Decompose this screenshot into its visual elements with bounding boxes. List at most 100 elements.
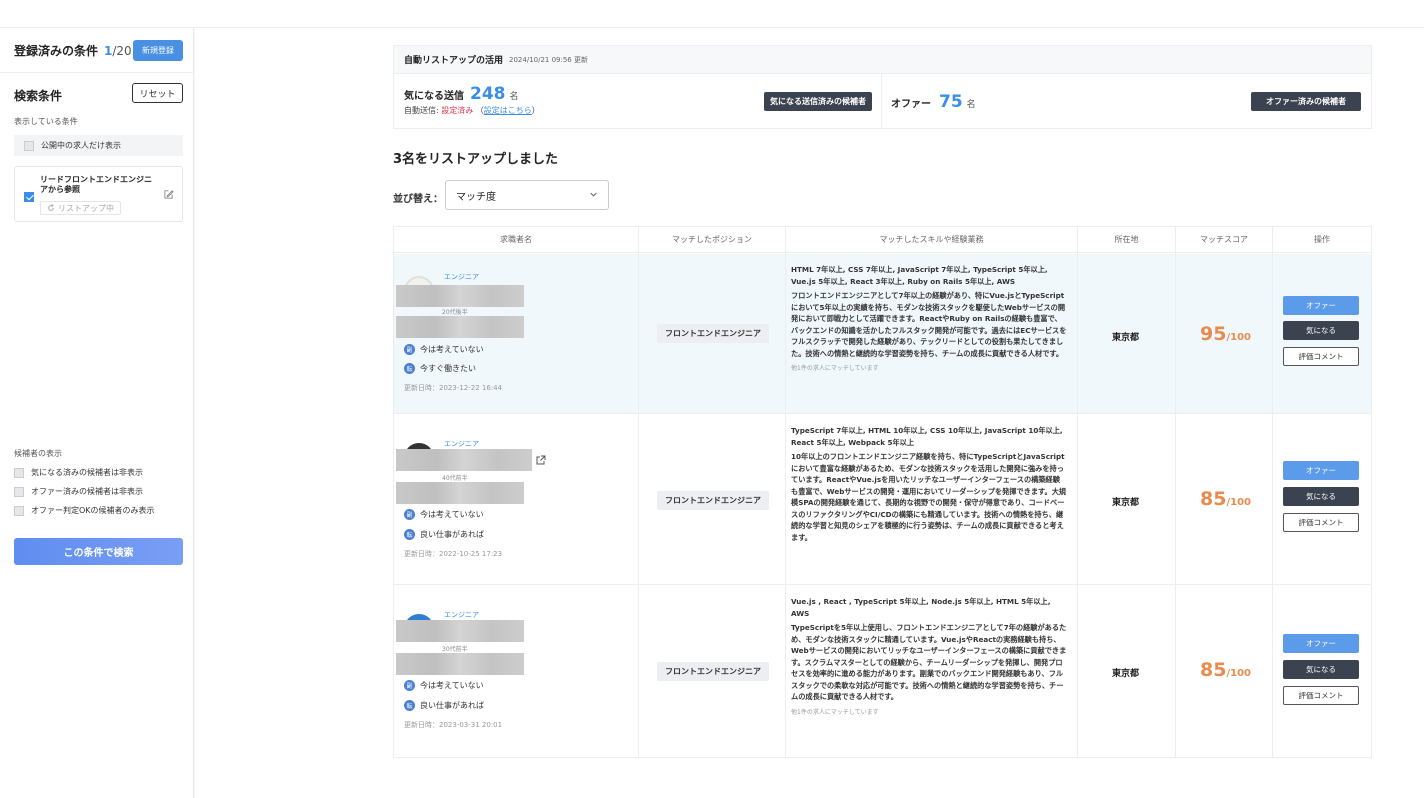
external-link-icon[interactable] [536, 455, 546, 465]
interest-button[interactable]: 気になる [1283, 660, 1359, 679]
matched-skills: Vue.js , React , TypeScript 5年以上, Node.j… [791, 597, 1067, 716]
registered-conditions: 登録済みの条件 1/20 [14, 42, 132, 59]
location: 東京都 [1112, 669, 1140, 679]
matched-position: フロントエンドエンジニア [657, 662, 769, 681]
side-job-status: 副今は考えていない [404, 509, 484, 520]
offered-candidates-button[interactable]: オファー済みの候補者 [1251, 92, 1361, 111]
offer-unit: 名 [966, 100, 976, 110]
header-candidate: 求職者名 [394, 227, 638, 253]
table-row: エンジニア 30代前半 副今は考えていない 転良い仕事があれば 更新日時：202… [394, 586, 1371, 758]
interest-button[interactable]: 気になる [1283, 321, 1359, 340]
job-change-badge: 転 [404, 700, 415, 711]
header-position: マッチしたポジション [639, 227, 785, 253]
offer-button[interactable]: オファー [1283, 296, 1359, 315]
comment-button[interactable]: 評価コメント [1283, 513, 1359, 532]
offer-summary: オファー 75 名 [891, 92, 976, 112]
hide-interested-option[interactable]: 気になる済みの候補者は非表示 [14, 467, 143, 478]
updated-time: 更新日時：2023-12-22 16:44 [404, 384, 503, 392]
age-range: 30代前半 [442, 646, 468, 653]
public-only-toggle[interactable]: 公開中の求人だけ表示 [14, 135, 183, 156]
auto-send-info: 自動送信: 設定済み （設定はこちら） [404, 106, 540, 115]
registered-count: 1/20 [104, 43, 132, 58]
match-score: 85/100 [1200, 488, 1251, 510]
hide-offered-checkbox[interactable] [14, 486, 24, 497]
sidebar: 登録済みの条件 1/20 新規登録 検索条件 リセット 表示している条件 公開中… [0, 28, 194, 798]
divider [1077, 227, 1078, 758]
matched-skills: HTML 7年以上, CSS 7年以上, JavaScript 7年以上, Ty… [791, 265, 1067, 372]
match-score: 85/100 [1200, 659, 1251, 681]
listing-status-tag: リストアップ中 [40, 201, 121, 215]
side-job-badge: 副 [404, 344, 415, 355]
table-row: エンジニア 40代前半 副今は考えていない 転良い仕事があれば 更新日時：202… [394, 415, 1371, 585]
offer-button[interactable]: オファー [1283, 461, 1359, 480]
blurred-info [396, 316, 524, 338]
edit-icon[interactable] [163, 189, 174, 200]
list-title: 3名をリストアップしました [393, 152, 559, 167]
header-actions: 操作 [1273, 227, 1371, 253]
side-job-status: 副今は考えていない [404, 344, 484, 355]
search-button[interactable]: この条件で検索 [14, 538, 183, 565]
divider [1272, 227, 1273, 758]
top-bar [0, 0, 1424, 28]
offer-count: 75 [939, 92, 963, 112]
offer-ok-only-checkbox[interactable] [14, 505, 24, 516]
side-job-status: 副今は考えていない [404, 680, 484, 691]
divider [881, 74, 882, 129]
divider [638, 227, 639, 758]
divider [785, 227, 786, 758]
blurred-name [396, 620, 524, 642]
job-change-status: 転良い仕事があれば [404, 529, 484, 540]
auto-listup-updated: 2024/10/21 09:56 更新 [509, 55, 588, 64]
matched-position: フロントエンドエンジニア [657, 491, 769, 510]
updated-time: 更新日時：2022-10-25 17:23 [404, 550, 503, 558]
reset-button[interactable]: リセット [132, 83, 183, 103]
interest-button[interactable]: 気になる [1283, 487, 1359, 506]
interest-unit: 名 [509, 92, 519, 102]
refresh-icon [48, 204, 54, 211]
settings-link[interactable]: 設定はこちら [484, 106, 532, 115]
blurred-name [396, 449, 532, 471]
new-register-button[interactable]: 新規登録 [133, 40, 183, 61]
side-job-badge: 副 [404, 680, 415, 691]
sort-select[interactable]: マッチ度 [445, 180, 609, 210]
side-job-badge: 副 [404, 509, 415, 520]
matched-position: フロントエンドエンジニア [657, 324, 769, 343]
showing-conditions-label: 表示している条件 [14, 117, 78, 126]
public-only-label: 公開中の求人だけ表示 [41, 141, 121, 150]
candidate-table: 求職者名 マッチしたポジション マッチしたスキルや経験業務 所在地 マッチスコア… [393, 226, 1372, 758]
header-skills: マッチしたスキルや経験業務 [786, 227, 1077, 253]
job-change-status: 転良い仕事があれば [404, 700, 484, 711]
public-only-checkbox[interactable] [24, 140, 34, 151]
hide-offered-option[interactable]: オファー済みの候補者は非表示 [14, 486, 143, 497]
job-title: エンジニア [444, 611, 479, 619]
location: 東京都 [1112, 498, 1140, 508]
job-title: エンジニア [444, 440, 479, 448]
auto-listup-panel: 自動リストアップの活用 2024/10/21 09:56 更新 気になる送信 2… [393, 45, 1372, 129]
hide-interested-checkbox[interactable] [14, 467, 24, 478]
reference-condition-card[interactable]: リードフロントエンドエンジニアから参照 リストアップ中 [14, 166, 183, 222]
main-content: 自動リストアップの活用 2024/10/21 09:56 更新 気になる送信 2… [195, 28, 1424, 798]
reference-name: リードフロントエンドエンジニアから参照 [40, 175, 152, 194]
interest-count: 248 [470, 84, 506, 104]
interest-sent-candidates-button[interactable]: 気になる送信済みの候補者 [764, 92, 872, 111]
offer-button[interactable]: オファー [1283, 634, 1359, 653]
display-title: 候補者の表示 [14, 449, 62, 458]
match-score: 95/100 [1200, 323, 1251, 345]
interest-label: 気になる送信 [404, 91, 464, 102]
job-change-badge: 転 [404, 529, 415, 540]
location: 東京都 [1112, 333, 1140, 343]
offer-label: オファー [891, 99, 931, 110]
blurred-info [396, 653, 524, 675]
registered-title: 登録済みの条件 [14, 44, 99, 58]
header-score: マッチスコア [1176, 227, 1272, 253]
auto-send-status: 設定済み [441, 106, 474, 115]
table-row: エンジニア 20代後半 副今は考えていない 転今すぐ働きたい 更新日時：2023… [394, 254, 1371, 414]
auto-listup-title: 自動リストアップの活用 [404, 56, 504, 66]
comment-button[interactable]: 評価コメント [1283, 686, 1359, 705]
blurred-info [396, 482, 524, 504]
interest-summary: 気になる送信 248 名 自動送信: 設定済み （設定はこちら） [404, 84, 540, 116]
matched-skills: TypeScript 7年以上, HTML 10年以上, CSS 10年以上, … [791, 426, 1067, 542]
offer-ok-only-option[interactable]: オファー判定OKの候補者のみ表示 [14, 505, 155, 516]
comment-button[interactable]: 評価コメント [1283, 347, 1359, 366]
reference-checkbox[interactable] [24, 192, 34, 202]
